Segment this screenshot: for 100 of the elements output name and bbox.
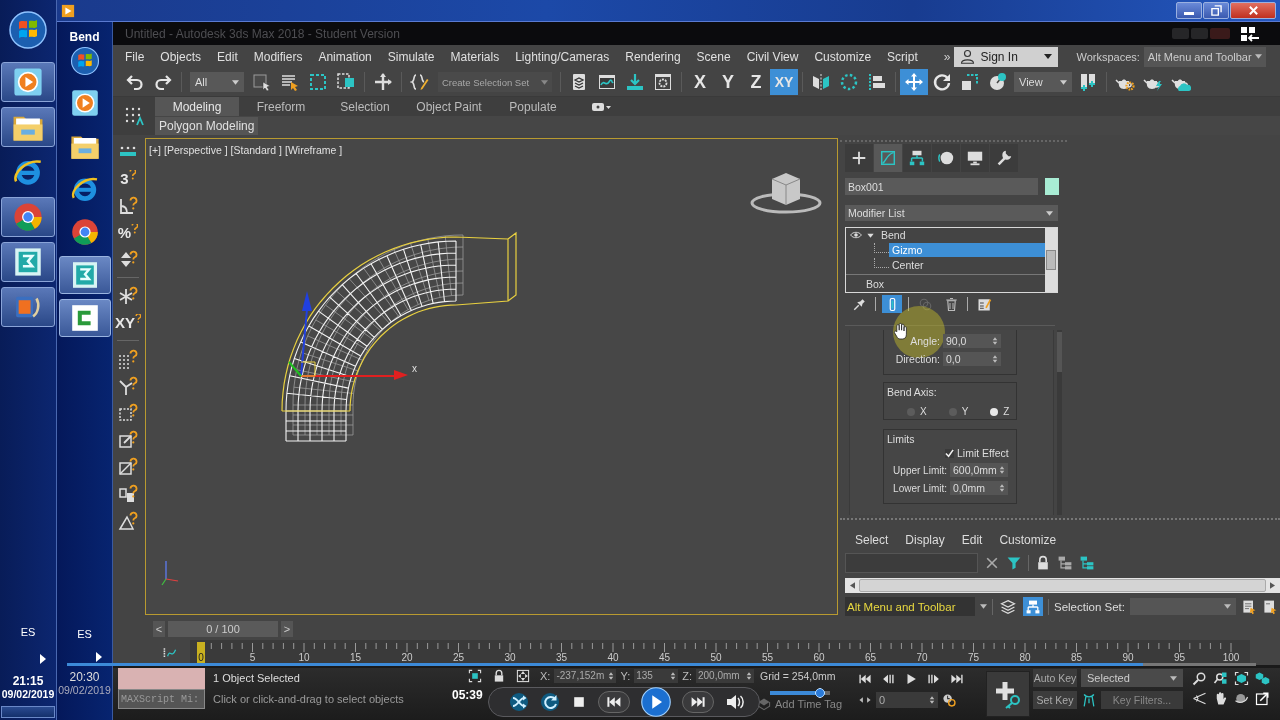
menu-item[interactable]: Simulate	[387, 49, 435, 64]
selection-filter-dropdown[interactable]: All	[190, 72, 244, 92]
close-icon[interactable]	[984, 555, 1000, 571]
spinner-arrows-icon[interactable]	[608, 671, 615, 680]
ribbon-tab[interactable]: Selection	[323, 97, 407, 116]
axis-constraint-button[interactable]: Z	[742, 69, 770, 95]
glyph-tool-button[interactable]: XY	[115, 309, 141, 336]
ribbon-tab[interactable]: Modeling	[155, 97, 239, 116]
previous-frame-button[interactable]: <	[153, 621, 165, 637]
menu-item[interactable]: Customize	[999, 533, 1057, 547]
menu-item[interactable]: Customize	[814, 49, 872, 64]
spinner-field[interactable]: 0,0	[943, 352, 1001, 366]
time-slider-thumb[interactable]: 0 / 100	[168, 621, 278, 637]
restore-button[interactable]	[1203, 2, 1229, 19]
coordinate-field[interactable]: -237,152m	[554, 668, 617, 683]
menu-item[interactable]: Animation	[318, 49, 372, 64]
menu-item[interactable]: Edit	[217, 49, 238, 64]
expand-box-icon[interactable]	[1255, 691, 1270, 706]
listener-output-field[interactable]	[118, 668, 205, 689]
document-cursor-icon[interactable]	[1240, 598, 1257, 615]
lock-icon[interactable]	[1035, 555, 1051, 571]
axis-constraint-button[interactable]: X	[686, 69, 714, 95]
snowflake-icon[interactable]	[118, 285, 138, 306]
time-tag-text[interactable]: Add Time Tag	[775, 698, 843, 710]
timeline-ruler[interactable]: 0 5 10 15 20 25 30 35 40 45 50 55 60 65 70 75 80 85 90 95 100	[190, 640, 1250, 665]
viewport-label[interactable]: [Wireframe ]	[284, 144, 343, 156]
hierarchy-icon[interactable]	[1079, 555, 1095, 571]
panel-tab[interactable]	[903, 144, 931, 172]
stop-icon[interactable]	[571, 694, 587, 710]
show-end-result-button[interactable]	[882, 295, 902, 313]
cursor-square-icon[interactable]	[252, 72, 272, 92]
spinner-field[interactable]: 600,0mm	[950, 463, 1008, 477]
start-orb-icon[interactable]	[8, 10, 48, 50]
key-target-dropdown[interactable]: Selected	[1081, 669, 1183, 687]
menu-item[interactable]: Lighting/Cameras	[515, 49, 610, 64]
workspace-field[interactable]: Alt Menu and Toolbar	[845, 597, 975, 616]
taskbar-button[interactable]	[1, 107, 55, 147]
spinner-arrows-icon[interactable]	[999, 466, 1005, 474]
dot-grid-icon[interactable]	[118, 348, 138, 369]
minimize-button[interactable]	[1176, 2, 1202, 19]
spinner-field[interactable]: 0,0mm	[950, 481, 1008, 495]
viewport-label[interactable]: [+]	[149, 144, 161, 156]
panel-tab[interactable]	[961, 144, 989, 172]
spinner-arrows-icon[interactable]	[746, 671, 752, 680]
taskbar-button[interactable]	[1, 242, 55, 282]
set-key-button[interactable]	[986, 671, 1030, 717]
two-squares-icon[interactable]	[118, 483, 138, 504]
previous-button[interactable]	[598, 691, 630, 713]
dashed-overlap-icon[interactable]	[336, 72, 356, 92]
filter-icon[interactable]	[1006, 555, 1022, 571]
close-button[interactable]	[1230, 2, 1276, 19]
snap-markers-icon[interactable]	[1078, 72, 1098, 92]
menu-item[interactable]: Select	[855, 533, 889, 547]
glyph-tool-button[interactable]: %	[115, 219, 141, 246]
coordinate-field[interactable]: 135	[634, 668, 679, 683]
scrollbar-thumb[interactable]	[859, 579, 1266, 592]
dashed-square-icon[interactable]	[118, 402, 138, 423]
spinner-arrows-icon[interactable]	[992, 355, 998, 363]
undo-icon[interactable]	[125, 72, 145, 92]
list-cursor-icon[interactable]	[280, 72, 300, 92]
coordinate-field[interactable]: 200,0mm	[696, 668, 754, 683]
sub-object-item[interactable]: Center	[889, 257, 1045, 272]
ribbon-tab[interactable]: Object Paint	[407, 97, 491, 116]
glyph-tool-button[interactable]: 3	[115, 165, 141, 192]
orbit-icon[interactable]	[1234, 691, 1249, 706]
spinner-arrows-icon[interactable]	[929, 695, 935, 704]
sign-in-dropdown[interactable]: Sign In	[954, 46, 1059, 67]
viewport-label[interactable]: [Standard ]	[230, 144, 282, 156]
spinner-arrows-icon[interactable]	[999, 484, 1005, 492]
panel-tab[interactable]	[990, 144, 1018, 172]
viewport-label[interactable]: [Perspective ]	[163, 144, 228, 156]
workspace-dropdown[interactable]: Alt Menu and Toolbar	[1143, 46, 1266, 67]
layers-button[interactable]	[998, 597, 1018, 616]
taskbar-button[interactable]	[58, 299, 111, 337]
spinner-arrows-icon[interactable]	[992, 337, 998, 345]
shuffle-icon[interactable]	[509, 692, 529, 712]
window-dial-icon[interactable]	[653, 72, 673, 92]
stack-item[interactable]: Bend	[846, 228, 1045, 243]
bracket-square-icon[interactable]	[468, 668, 482, 683]
taskbar-button[interactable]	[1, 62, 55, 102]
menu-item[interactable]: Display	[905, 533, 945, 547]
next-button[interactable]	[682, 691, 714, 713]
clock-gear-icon[interactable]	[942, 692, 956, 707]
cross-arrows-icon[interactable]	[373, 72, 393, 92]
object-name-field[interactable]: Box001	[845, 178, 1038, 195]
angle-rays-icon[interactable]	[1192, 691, 1207, 706]
arrow-icon[interactable]	[40, 654, 46, 664]
menu-item[interactable]: Scene	[696, 49, 731, 64]
scrollbar[interactable]	[1057, 330, 1062, 515]
arrow-icon[interactable]	[95, 652, 102, 662]
curve-window-icon[interactable]	[597, 72, 617, 92]
start-orb-icon[interactable]	[69, 46, 100, 76]
language-indicator[interactable]: ES	[77, 628, 92, 640]
color-swatch[interactable]	[1045, 178, 1059, 195]
scrollbar[interactable]	[1045, 228, 1057, 292]
ribbon-tab[interactable]: Freeform	[239, 97, 323, 116]
angle-icon[interactable]	[118, 195, 138, 216]
dashed-square-icon[interactable]	[308, 72, 328, 92]
dotted-circle-icon[interactable]	[839, 72, 859, 92]
menu-item[interactable]: Edit	[961, 533, 983, 547]
